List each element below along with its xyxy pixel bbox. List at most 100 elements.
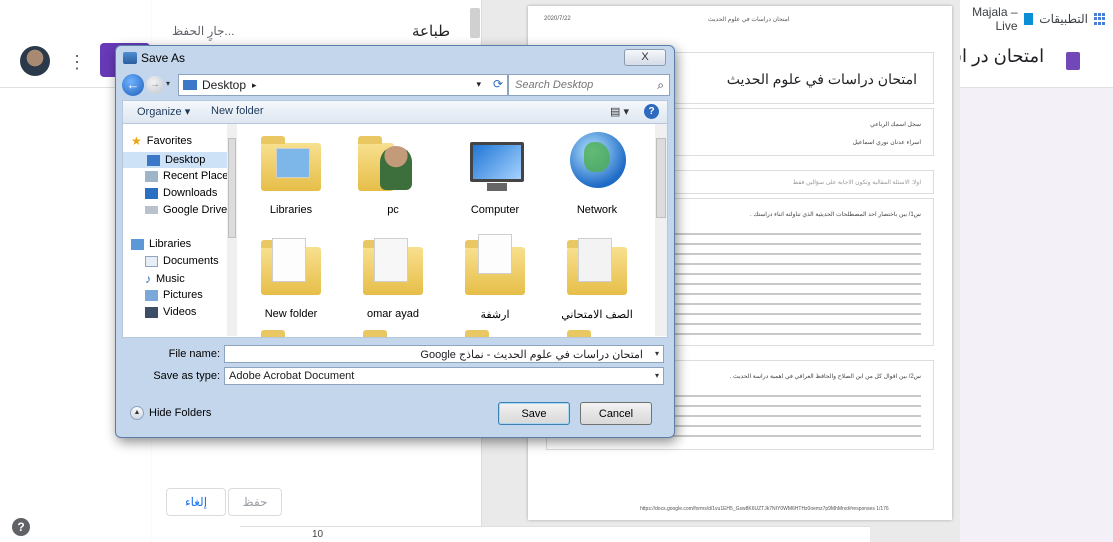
navigation-pane: ★ Favorites Desktop Recent Places Downlo… [123,124,237,336]
nav-pictures-label: Pictures [163,289,203,301]
file-item-pc[interactable]: pc [343,128,443,216]
file-label: الصف الامتحاني [561,309,633,321]
address-bar[interactable]: Desktop ▸ ▾ ⟳ [178,74,508,96]
nav-favorites-label: Favorites [146,135,193,147]
search-box[interactable]: ⌕ [508,74,670,96]
nav-libraries[interactable]: Libraries [131,238,231,250]
preview-q2: س2/ بين اقوال كل من ابن الصلاح والحافظ ا… [729,374,921,380]
file-name-dropdown-icon[interactable]: ▾ [655,349,659,358]
network-globe-icon [570,132,626,188]
preview-name-value: اسراء عدنان نوري اسماعيل [852,140,921,146]
preview-section-label: اولا: الاسئلة المقالية وتكون الاجابة على… [792,180,921,186]
print-save-button[interactable]: حفظ [228,488,282,516]
pictures-icon [145,289,158,301]
file-list-scrollbar[interactable] [655,124,667,336]
save-type-dropdown-icon[interactable]: ▾ [655,371,659,380]
nav-documents-label: Documents [163,255,219,267]
collapse-icon: ▲ [130,406,144,420]
close-icon[interactable]: X [624,49,666,66]
print-title: طباعة [412,23,451,40]
search-input[interactable] [515,79,645,91]
videos-icon [145,306,158,318]
preview-footer: https://docs.google.com/forms/d/1vu1EH5_… [640,506,889,512]
google-forms-icon[interactable] [1066,52,1080,70]
file-item-network[interactable]: Network [547,128,647,216]
save-type-value: Adobe Acrobat Document [229,370,355,382]
nav-favorites[interactable]: ★ Favorites [131,134,231,148]
save-type-select[interactable]: Adobe Acrobat Document ▾ [224,367,664,385]
file-item-omar-ayad[interactable]: omar ayad [343,232,443,320]
more-vert-icon[interactable]: ⋮ [68,52,86,73]
file-item-new-folder[interactable]: New folder [241,232,341,320]
save-as-dialog: Save As X ← → ▾ Desktop ▸ ▾ ⟳ ⌕ Organize… [115,45,675,438]
view-options-icon[interactable]: ▤ ▾ [610,105,629,118]
preview-date: 2020/7/22 [544,16,571,22]
file-item-partial[interactable] [445,322,545,337]
file-name-label: File name: [168,348,220,360]
preview-q1: س1/ بين باختصار احد المصطلحات الحديثية ا… [750,212,921,218]
recent-locations-dropdown-icon[interactable]: ▾ [166,79,170,88]
save-button[interactable]: Save [498,402,570,425]
help-button[interactable]: ? [644,104,659,119]
preview-name-label: سجل اسمك الرباعي [870,122,921,128]
address-dropdown-icon[interactable]: ▾ [476,79,481,90]
print-panel-scrollbar[interactable] [470,8,480,38]
save-as-window-icon [123,52,137,64]
save-type-row: Save as type: Adobe Acrobat Document ▾ [116,367,674,385]
back-arrow-icon[interactable]: ← [122,74,144,96]
music-icon: ♪ [145,272,151,286]
dialog-toolbar: Organize ▾ New folder ▤ ▾ ? [122,100,668,124]
file-item-partial[interactable] [547,322,647,337]
file-item-computer[interactable]: Computer [445,128,545,216]
file-item-exam-class[interactable]: الصف الامتحاني [547,232,647,321]
nav-desktop-label: Desktop [165,154,206,166]
hide-folders-toggle[interactable]: ▲ Hide Folders [130,406,211,420]
file-label: Network [576,204,618,216]
address-separator-icon[interactable]: ▸ [252,80,257,91]
preview-header: امتحان دراسات في علوم الحديث [708,17,790,23]
drive-icon [145,206,158,214]
file-label: ارشفة [480,309,510,321]
file-item-archive[interactable]: ارشفة [445,232,545,321]
print-cancel-button[interactable]: إلغاء [166,488,226,516]
bookmark-apps[interactable]: التطبيقات [1039,12,1088,26]
file-label: Computer [470,204,520,216]
file-item-libraries[interactable]: Libraries [241,128,341,216]
new-folder-button[interactable]: New folder [211,105,264,117]
bookmarks-bar: التطبيقات Majala – Live [960,0,1113,38]
search-icon[interactable]: ⌕ [657,78,664,93]
nav-pane-scrollbar[interactable] [227,124,237,336]
avatar[interactable] [20,46,50,76]
apps-grid-icon[interactable] [1094,13,1105,25]
nav-music-label: Music [156,273,185,285]
cancel-button[interactable]: Cancel [580,402,652,425]
nav-videos-label: Videos [163,306,197,318]
documents-icon [145,255,158,267]
file-label: omar ayad [367,308,419,320]
refresh-icon[interactable]: ⟳ [493,77,503,91]
libraries-icon [131,238,144,250]
user-icon [380,146,412,190]
organize-menu[interactable]: Organize ▾ [137,105,190,118]
nav-recent-places-label: Recent Places [163,170,234,182]
navigation-row: ← → ▾ Desktop ▸ ▾ ⟳ ⌕ [122,74,670,96]
file-item-partial[interactable] [343,322,443,337]
dialog-titlebar[interactable]: Save As X [116,46,674,70]
save-type-label: Save as type: [153,370,220,382]
file-item-partial[interactable] [241,322,341,337]
dialog-body: ★ Favorites Desktop Recent Places Downlo… [122,124,668,338]
file-name-input[interactable]: امتحان دراسات في علوم الحديث - نماذج Goo… [224,345,664,363]
address-location[interactable]: Desktop [202,78,246,92]
file-label: Libraries [269,204,313,216]
majala-favicon-icon [1023,13,1034,25]
print-status: جارٍ الحفظ... [172,24,235,38]
file-label: pc [387,204,399,216]
bookmark-majala[interactable]: Majala – Live [960,5,1017,33]
help-icon[interactable]: ? [12,518,30,536]
forward-arrow-icon[interactable]: → [146,76,164,94]
nav-desktop[interactable]: Desktop [123,152,227,168]
dialog-title: Save As [141,51,186,65]
desktop-icon [147,154,160,166]
downloads-icon [145,187,158,199]
ruler-number: 10 [312,529,324,540]
